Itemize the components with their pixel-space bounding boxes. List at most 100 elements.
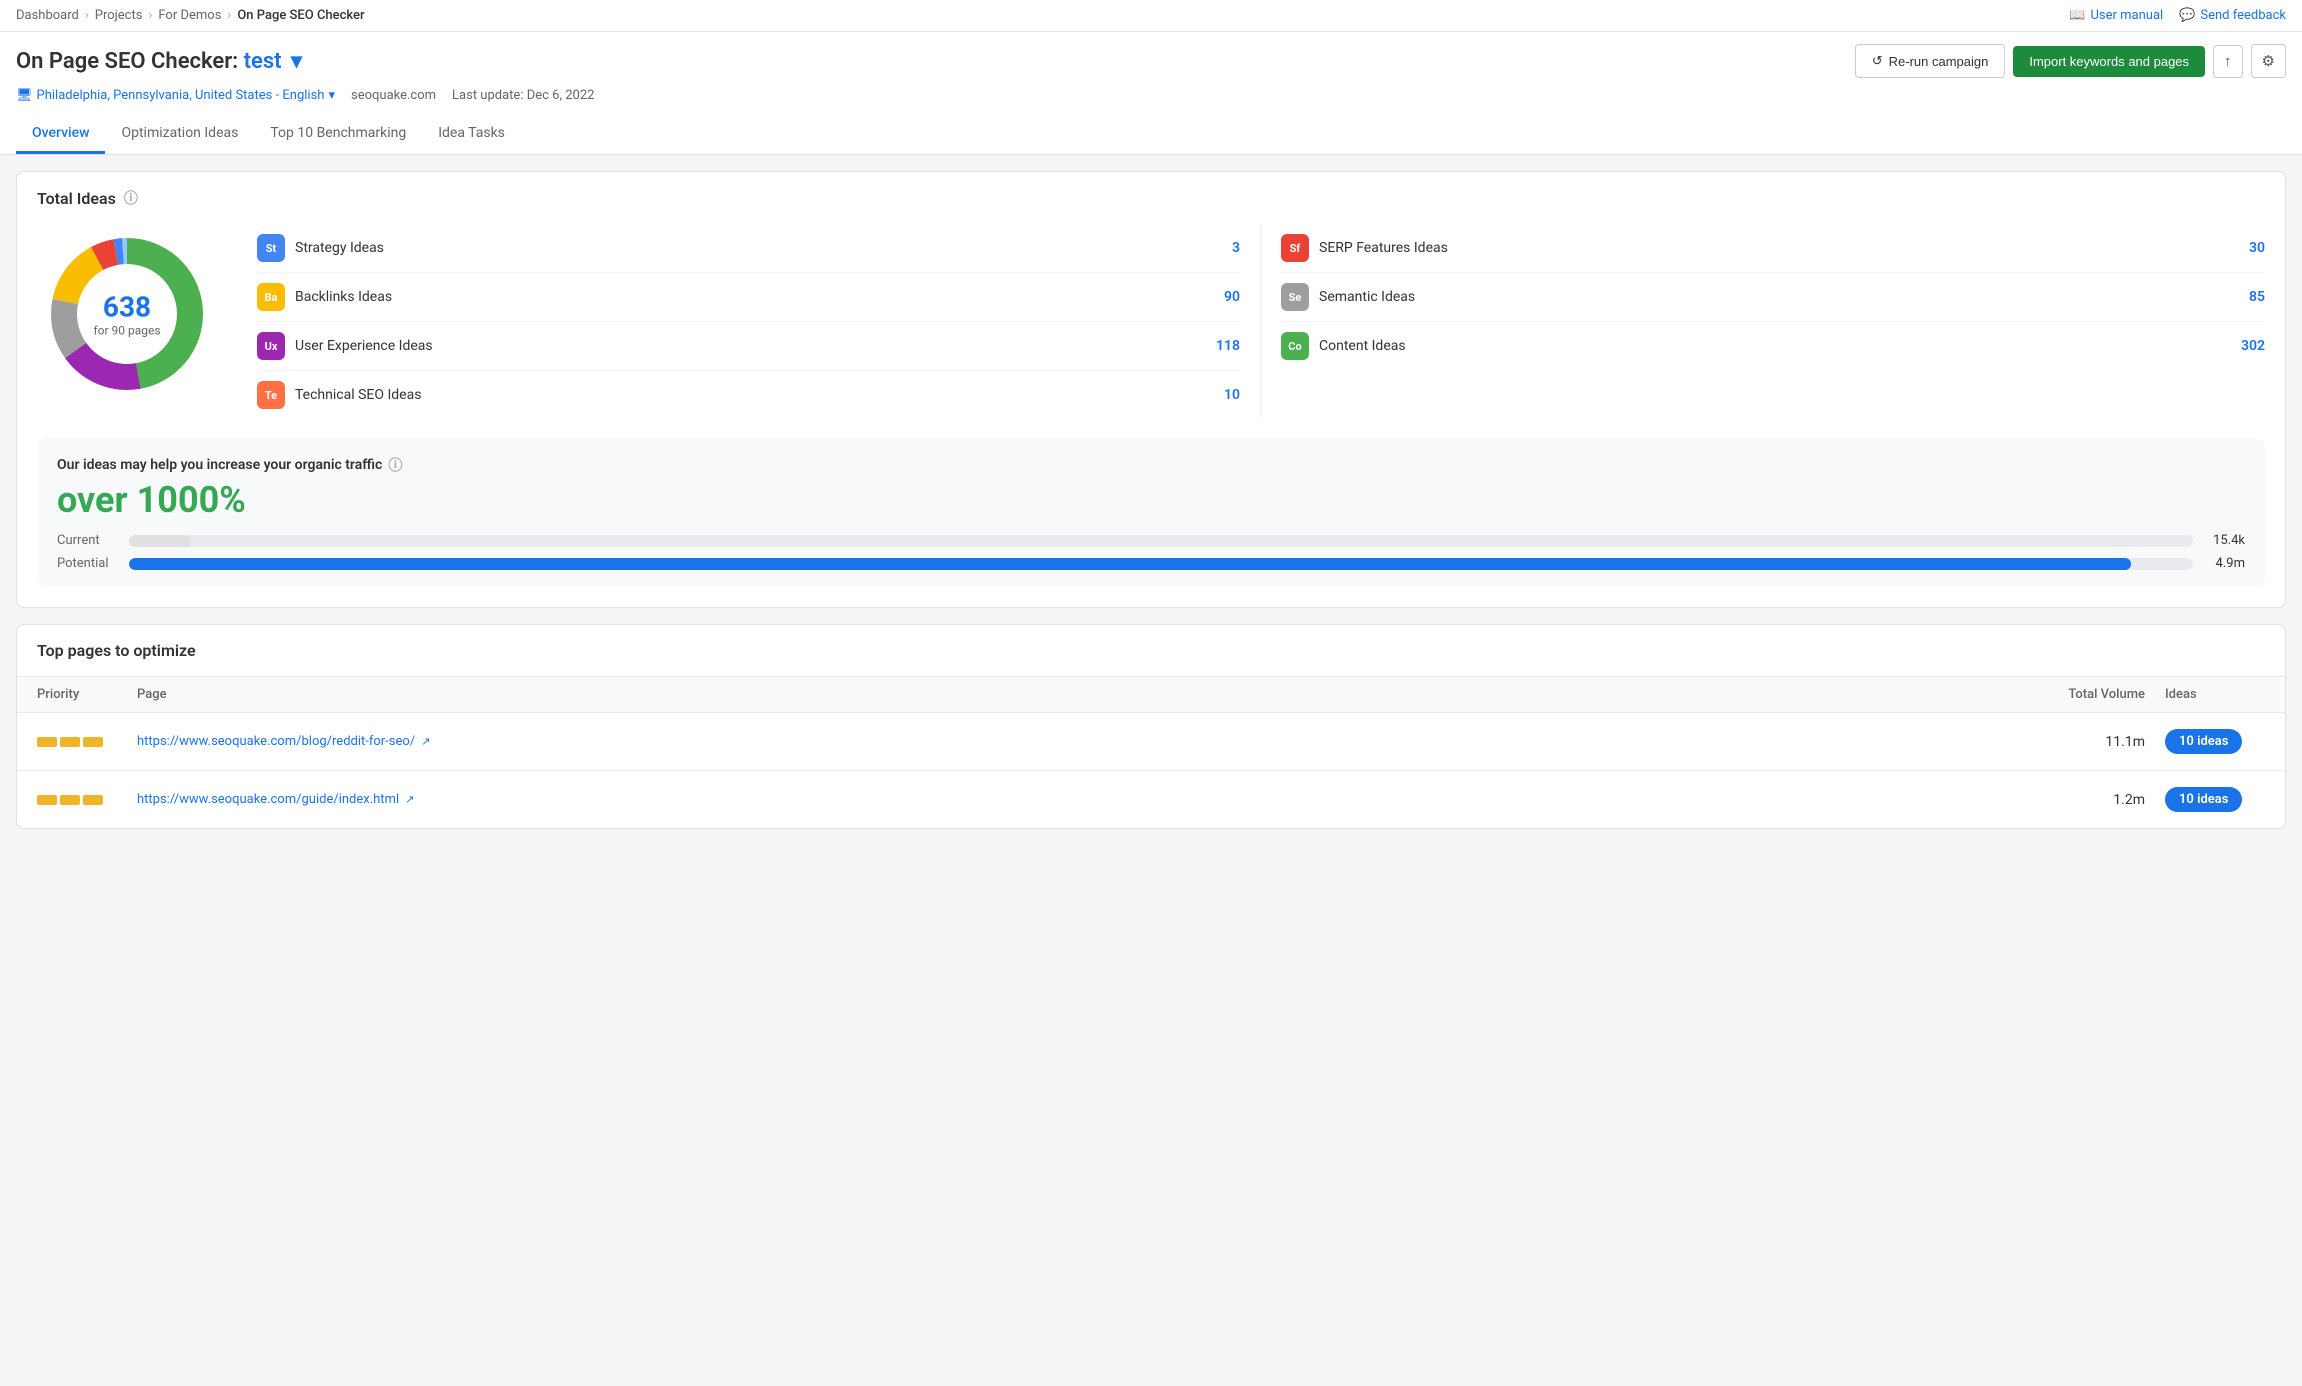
content-icon: Co [1281,332,1309,360]
send-feedback-link[interactable]: 💬 Send feedback [2179,8,2286,23]
breadcrumb-dashboard[interactable]: Dashboard [16,8,79,23]
ux-icon: Ux [257,332,285,360]
serp-label: SERP Features Ideas [1319,240,2239,256]
location-link[interactable]: 🖥 Philadelphia, Pennsylvania, United Sta… [16,88,335,103]
header-row: On Page SEO Checker: test ▾ ↺ Re-run cam… [16,44,2286,78]
top-bar-right: 📖 User manual 💬 Send feedback [2069,8,2286,23]
current-label: Current [57,533,117,548]
backlinks-count[interactable]: 90 [1224,289,1240,305]
idea-row-strategy: St Strategy Ideas 3 [257,224,1240,273]
priority-bar [37,795,57,805]
monitor-icon: 🖥 [16,88,33,103]
col-page: Page [137,687,2025,702]
tabs: Overview Optimization Ideas Top 10 Bench… [16,115,2286,154]
breadcrumb: Dashboard › Projects › For Demos › On Pa… [16,8,365,23]
semantic-count[interactable]: 85 [2249,289,2265,305]
external-link-icon: ↗ [405,793,414,806]
idea-row-semantic: Se Semantic Ideas 85 [1281,273,2265,322]
col-volume: Total Volume [2025,687,2165,702]
header-actions: ↺ Re-run campaign Import keywords and pa… [1855,44,2286,78]
page-header: On Page SEO Checker: test ▾ ↺ Re-run cam… [0,32,2302,155]
content-label: Content Ideas [1319,338,2231,354]
tab-optimization-ideas[interactable]: Optimization Ideas [105,115,254,154]
potential-value: 4.9m [2205,556,2245,571]
ideas-right: Sf SERP Features Ideas 30 Se Semantic Id… [1261,224,2265,419]
traffic-potential-row: Potential 4.9m [57,556,2245,571]
idea-row-technical: Te Technical SEO Ideas 10 [257,371,1240,419]
serp-count[interactable]: 30 [2249,240,2265,256]
breadcrumb-sep-1: › [85,8,89,23]
priority-bar [37,737,57,747]
priority-bar [60,737,80,747]
ux-label: User Experience Ideas [295,338,1206,354]
settings-button[interactable]: ⚙ [2251,44,2286,78]
idea-row-ux: Ux User Experience Ideas 118 [257,322,1240,371]
idea-row-serp: Sf SERP Features Ideas 30 [1281,224,2265,273]
current-value: 15.4k [2205,533,2245,548]
breadcrumb-current: On Page SEO Checker [237,8,364,23]
priority-bar [83,795,103,805]
col-ideas: Ideas [2165,687,2265,702]
priority-bars-2 [37,795,137,805]
volume-2: 1.2m [2025,792,2165,808]
ideas-badge-2[interactable]: 10 ideas [2165,787,2265,812]
rerun-button[interactable]: ↺ Re-run campaign [1855,44,2006,78]
donut-number: 638 [93,291,160,324]
backlinks-icon: Ba [257,283,285,311]
tab-idea-tasks[interactable]: Idea Tasks [422,115,521,154]
pages-table: Priority Page Total Volume Ideas https:/… [17,677,2285,828]
table-row: https://www.seoquake.com/guide/index.htm… [17,771,2285,828]
ideas-left: St Strategy Ideas 3 Ba Backlinks Ideas 9… [257,224,1261,419]
feedback-icon: 💬 [2179,8,2195,23]
main-content: Total Ideas ⓘ [0,155,2302,861]
total-ideas-header: Total Ideas ⓘ [17,172,2285,224]
strategy-icon: St [257,234,285,262]
semantic-icon: Se [1281,283,1309,311]
backlinks-label: Backlinks Ideas [295,289,1214,305]
top-pages-card: Top pages to optimize Priority Page Tota… [16,624,2286,829]
strategy-count[interactable]: 3 [1232,240,1240,256]
col-priority: Priority [37,687,137,702]
tab-overview[interactable]: Overview [16,115,105,154]
volume-1: 11.1m [2025,734,2165,750]
strategy-label: Strategy Ideas [295,240,1222,256]
traffic-box: Our ideas may help you increase your org… [37,439,2265,587]
breadcrumb-fordemos[interactable]: For Demos [158,8,221,23]
idea-row-backlinks: Ba Backlinks Ideas 90 [257,273,1240,322]
chevron-down-icon: ▾ [328,88,335,103]
current-bar-fill [129,535,191,547]
technical-icon: Te [257,381,285,409]
breadcrumb-sep-3: › [227,8,231,23]
donut-chart: 638 for 90 pages [37,224,217,404]
page-title: On Page SEO Checker: test ▾ [16,49,302,74]
potential-bar-track [129,558,2193,570]
priority-bar [83,737,103,747]
total-ideas-card: Total Ideas ⓘ [16,171,2286,608]
page-url-2[interactable]: https://www.seoquake.com/guide/index.htm… [137,792,2025,807]
ux-count[interactable]: 118 [1216,338,1240,354]
traffic-percent: over 1000% [57,479,2245,521]
current-bar-track [129,535,2193,547]
table-row: https://www.seoquake.com/blog/reddit-for… [17,713,2285,771]
page-url-1[interactable]: https://www.seoquake.com/blog/reddit-for… [137,734,2025,749]
technical-label: Technical SEO Ideas [295,387,1214,403]
title-dropdown[interactable]: ▾ [291,49,302,74]
book-icon: 📖 [2069,8,2085,23]
ideas-badge-1[interactable]: 10 ideas [2165,729,2265,754]
import-button[interactable]: Import keywords and pages [2013,46,2205,77]
potential-bar-fill [129,558,2131,570]
technical-count[interactable]: 10 [1224,387,1240,403]
donut-label: for 90 pages [93,324,160,338]
idea-row-content: Co Content Ideas 302 [1281,322,2265,370]
user-manual-link[interactable]: 📖 User manual [2069,8,2163,23]
semantic-label: Semantic Ideas [1319,289,2239,305]
tab-top10-benchmarking[interactable]: Top 10 Benchmarking [254,115,422,154]
priority-bar [60,795,80,805]
content-count[interactable]: 302 [2241,338,2265,354]
serp-icon: Sf [1281,234,1309,262]
export-button[interactable]: ↑ [2213,45,2243,78]
header-meta: 🖥 Philadelphia, Pennsylvania, United Sta… [16,88,2286,111]
donut-center: 638 for 90 pages [93,291,160,338]
breadcrumb-projects[interactable]: Projects [95,8,143,23]
external-link-icon: ↗ [421,735,430,748]
